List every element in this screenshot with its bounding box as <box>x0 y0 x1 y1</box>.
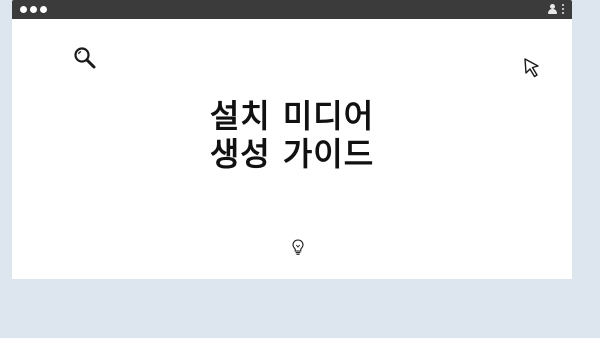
window-control-dot[interactable] <box>30 6 37 13</box>
lightbulb-icon <box>292 239 304 255</box>
screen: 설치 미디어 생성 가이드 <box>0 0 600 338</box>
window-control-dot[interactable] <box>40 6 47 13</box>
titlebar-actions <box>548 4 564 14</box>
user-icon[interactable] <box>548 4 557 14</box>
window-controls <box>20 6 47 13</box>
more-vertical-icon[interactable] <box>562 4 564 14</box>
page-headline: 설치 미디어 생성 가이드 <box>12 97 572 173</box>
window-titlebar <box>12 0 572 19</box>
window-control-dot[interactable] <box>20 6 27 13</box>
window-content: 설치 미디어 생성 가이드 <box>12 19 572 279</box>
headline-line-2: 생성 가이드 <box>209 135 375 173</box>
headline-line-1: 설치 미디어 <box>209 97 375 135</box>
cursor-icon <box>524 58 539 78</box>
search-icon <box>74 47 96 69</box>
